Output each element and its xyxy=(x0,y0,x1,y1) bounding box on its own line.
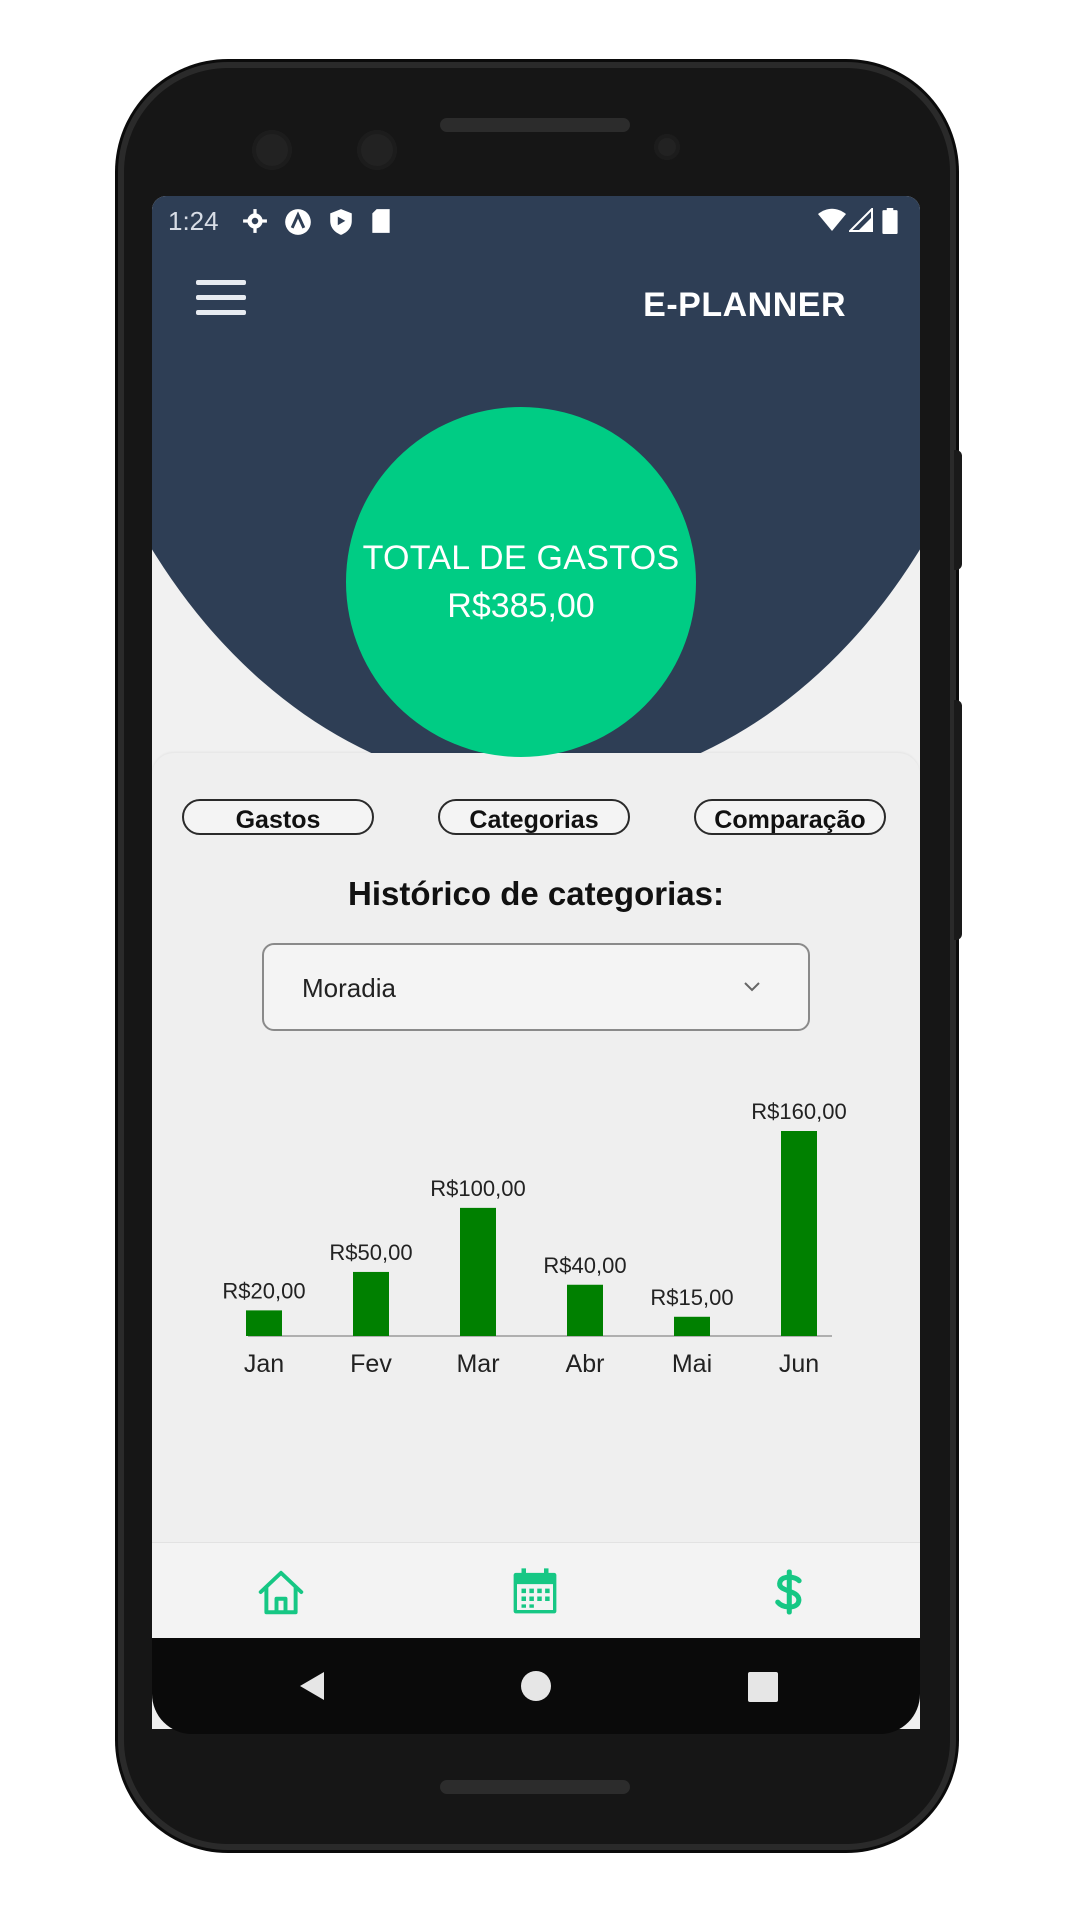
chart-data-label: R$100,00 xyxy=(430,1176,525,1201)
tab-comparacao[interactable]: Comparação xyxy=(694,799,886,835)
section-title: Histórico de categorias: xyxy=(348,875,724,912)
status-bar: 1:24 xyxy=(152,196,920,244)
calendar-icon[interactable] xyxy=(508,1565,562,1619)
chart-bar-fev xyxy=(353,1271,389,1336)
front-camera-icon xyxy=(252,130,292,170)
chart-x-tick-label: Mai xyxy=(672,1350,712,1378)
chart-data-label: R$20,00 xyxy=(222,1278,305,1303)
chart-bar-jan xyxy=(246,1310,282,1336)
total-value: R$385,00 xyxy=(447,587,595,625)
back-icon[interactable] xyxy=(296,1670,328,1702)
top-speaker xyxy=(440,118,630,132)
dollar-icon[interactable] xyxy=(762,1565,816,1619)
tab-categorias[interactable]: Categorias xyxy=(438,799,630,835)
app-screen: 1:24 E-PLANNER Gastos Categorias Compara… xyxy=(152,196,920,1729)
wifi-icon xyxy=(818,208,846,231)
chevron-down-icon xyxy=(744,982,760,992)
category-select-value: Moradia xyxy=(302,973,396,1003)
shield-icon xyxy=(330,209,352,235)
chart-data-label: R$160,00 xyxy=(751,1099,846,1124)
settings-icon xyxy=(243,209,267,233)
chart-x-tick-label: Jun xyxy=(779,1350,819,1378)
volume-button xyxy=(954,700,962,940)
category-select[interactable]: Moradia xyxy=(262,943,810,1031)
total-label: TOTAL DE GASTOS xyxy=(362,539,680,577)
signal-icon xyxy=(849,208,873,232)
tab-bar: Gastos Categorias Comparação xyxy=(182,799,890,839)
status-time: 1:24 xyxy=(168,206,219,236)
a-circle-icon xyxy=(285,209,311,235)
bottom-speaker xyxy=(440,1780,630,1794)
chart-bar-abr xyxy=(567,1284,603,1336)
chart-data-label: R$40,00 xyxy=(543,1253,626,1278)
battery-icon xyxy=(882,208,898,234)
category-history-chart: R$20,00 Jan R$50,00 Fev R$100,00 Mar R$40,00 Ab… xyxy=(222,1099,846,1378)
home-icon[interactable] xyxy=(254,1565,308,1619)
system-nav-bar xyxy=(152,1638,920,1734)
chart-x-tick-label: Mar xyxy=(456,1350,499,1378)
chart-x-tick-label: Jan xyxy=(244,1350,284,1378)
total-spending-circle: TOTAL DE GASTOS R$385,00 xyxy=(346,407,696,757)
power-button xyxy=(954,450,962,570)
chart-bar-jun xyxy=(781,1131,817,1336)
hamburger-menu-icon[interactable] xyxy=(196,280,246,324)
chart-bar-mar xyxy=(460,1207,496,1336)
tab-gastos[interactable]: Gastos xyxy=(182,799,374,835)
sd-card-icon xyxy=(372,209,390,233)
app-title: E-PLANNER xyxy=(643,286,846,324)
chart-bar-mai xyxy=(674,1316,710,1336)
proximity-sensor-icon xyxy=(654,134,680,160)
chart-x-tick-label: Abr xyxy=(566,1350,605,1378)
chart-data-label: R$50,00 xyxy=(329,1240,412,1265)
chart-x-tick-label: Fev xyxy=(350,1350,392,1378)
home-button-icon[interactable] xyxy=(520,1670,552,1702)
recents-icon[interactable] xyxy=(748,1672,778,1702)
front-sensor-icon xyxy=(357,130,397,170)
chart-data-label: R$15,00 xyxy=(650,1285,733,1310)
bottom-nav xyxy=(152,1542,920,1639)
